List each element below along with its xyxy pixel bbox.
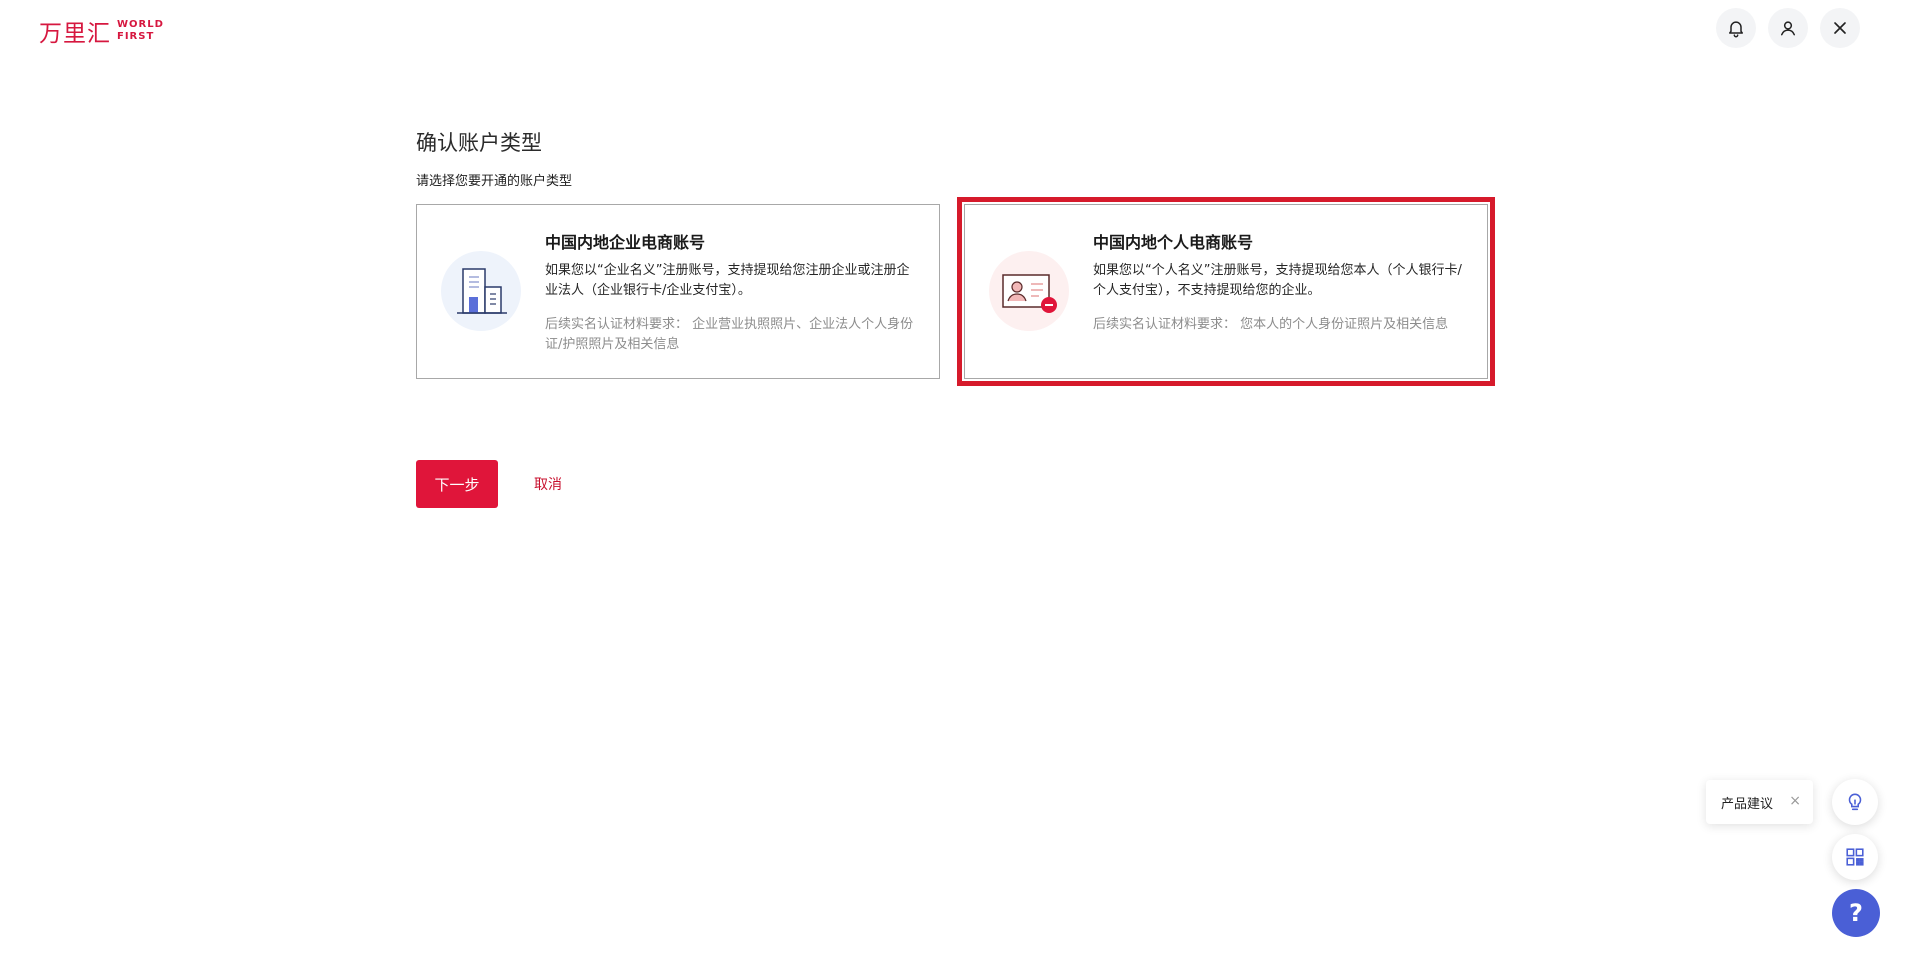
qr-code-button[interactable] xyxy=(1832,834,1878,880)
card-title: 中国内地个人电商账号 xyxy=(1093,233,1254,252)
id-card-icon xyxy=(1002,274,1057,313)
card-icon-background xyxy=(441,251,521,331)
account-type-card-enterprise[interactable]: 中国内地企业电商账号 如果您以“企业名义”注册账号，支持提现给您注册企业或注册企… xyxy=(416,204,940,379)
page-title: 确认账户类型 xyxy=(416,131,542,155)
notifications-button[interactable] xyxy=(1716,8,1756,48)
logo-english-text: WORLD FIRST xyxy=(117,19,164,43)
qr-code-icon xyxy=(1846,848,1864,866)
user-icon xyxy=(1781,21,1795,36)
building-icon xyxy=(457,268,507,314)
feedback-close-icon[interactable]: × xyxy=(1789,793,1801,809)
product-feedback-pill[interactable]: 产品建议 × xyxy=(1706,780,1813,824)
bell-icon xyxy=(1729,21,1743,38)
cancel-link[interactable]: 取消 xyxy=(534,474,562,494)
logo-chinese-text: 万里汇 xyxy=(39,21,111,47)
page-subtitle: 请选择您要开通的账户类型 xyxy=(416,174,573,189)
close-icon xyxy=(1834,22,1846,34)
account-button[interactable] xyxy=(1768,8,1808,48)
lightbulb-icon xyxy=(1848,793,1862,811)
logo-en-line2: FIRST xyxy=(117,31,155,42)
card-requirements: 后续实名认证材料要求： 您本人的个人身份证照片及相关信息 xyxy=(1093,317,1449,332)
card-description: 如果您以“企业名义”注册账号，支持提现给您注册企业或注册企业法人（企业银行卡/企… xyxy=(545,263,910,298)
logo[interactable]: 万里汇 WORLD FIRST xyxy=(39,14,164,48)
card-description: 如果您以“个人名义”注册账号，支持提现给您本人（个人银行卡/个人支付宝），不支持… xyxy=(1093,263,1462,298)
next-button[interactable]: 下一步 xyxy=(416,460,498,508)
page: 万里汇 WORLD FIRST 确认账户类型 请选择您要开通的账户类型 中国内地… xyxy=(0,0,1912,962)
card-requirements: 后续实名认证材料要求： 企业营业执照照片、企业法人个人身份证/护照照片及相关信息 xyxy=(545,317,914,352)
card-icon-background xyxy=(989,251,1069,331)
account-type-card-personal[interactable]: 中国内地个人电商账号 如果您以“个人名义”注册账号，支持提现给您本人（个人银行卡… xyxy=(964,204,1488,379)
close-button[interactable] xyxy=(1820,8,1860,48)
help-button[interactable]: ? xyxy=(1832,889,1880,937)
logo-en-line1: WORLD xyxy=(117,19,164,30)
feedback-label: 产品建议 xyxy=(1721,796,1774,812)
card-title: 中国内地企业电商账号 xyxy=(545,233,706,252)
suggestion-button[interactable] xyxy=(1832,779,1878,825)
